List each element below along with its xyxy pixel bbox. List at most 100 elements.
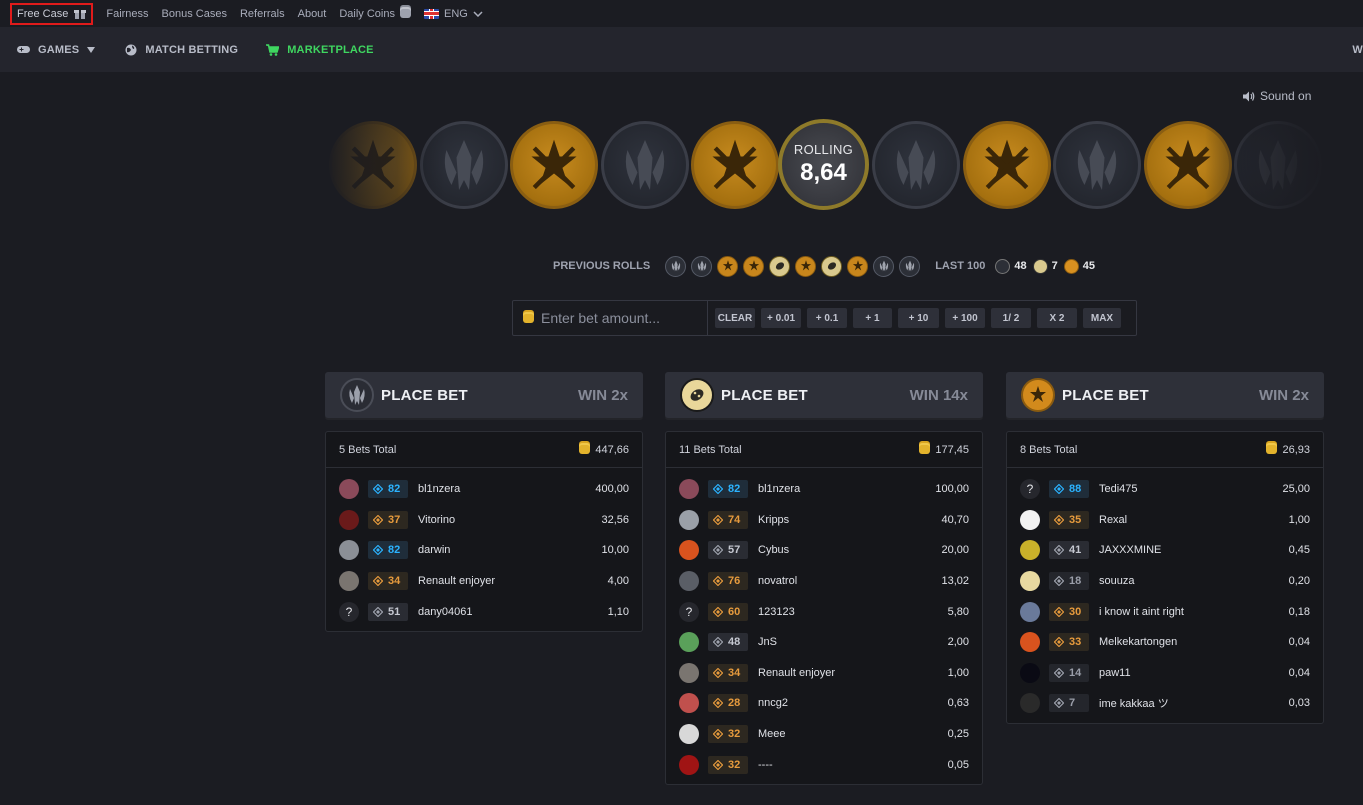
username[interactable]: novatrol: [758, 575, 941, 587]
username[interactable]: bl1nzera: [418, 483, 595, 495]
bonus-cases-link[interactable]: Bonus Cases: [162, 8, 227, 20]
username[interactable]: Kripps: [758, 514, 941, 526]
username[interactable]: JAXXXMINE: [1099, 544, 1289, 556]
add-1-button[interactable]: + 1: [853, 308, 892, 328]
add-100-button[interactable]: + 100: [945, 308, 985, 328]
avatar[interactable]: [679, 540, 699, 561]
avatar[interactable]: [679, 479, 699, 500]
nav-match-betting[interactable]: MATCH BETTING: [125, 44, 238, 56]
max-button[interactable]: MAX: [1083, 308, 1121, 328]
bets-list-header: 11 Bets Total 177,45: [666, 432, 982, 468]
daily-coins-link[interactable]: Daily Coins: [339, 8, 411, 20]
level-value: 34: [728, 666, 741, 679]
avatar[interactable]: [1020, 571, 1040, 592]
username[interactable]: bl1nzera: [758, 483, 935, 495]
username[interactable]: souuza: [1099, 575, 1289, 587]
avatar[interactable]: [679, 662, 699, 683]
bet-amount-input[interactable]: [541, 310, 701, 326]
level-badge: 37: [368, 510, 408, 529]
nav-games[interactable]: GAMES: [17, 44, 96, 56]
bets-sum: 447,66: [579, 444, 629, 456]
avatar[interactable]: [1020, 509, 1040, 530]
double-button[interactable]: X 2: [1037, 308, 1077, 328]
avatar[interactable]: ?: [679, 601, 699, 622]
avatar[interactable]: ?: [339, 601, 359, 622]
bet-controls: CLEAR + 0.01 + 0.1 + 1 + 10 + 100 1/ 2 X…: [512, 300, 1137, 336]
username[interactable]: Melkekartongen: [1099, 636, 1289, 648]
bet-amount: 25,00: [1282, 483, 1310, 496]
sound-toggle[interactable]: Sound on: [1243, 89, 1311, 103]
place-bet-bonus-button[interactable]: PLACE BET WIN 14x: [665, 372, 983, 418]
referrals-link[interactable]: Referrals: [240, 8, 285, 20]
avatar[interactable]: ?: [1020, 479, 1040, 500]
level-badge: 57: [708, 541, 748, 560]
level-value: 32: [728, 758, 741, 771]
rank-diamond-icon: [373, 484, 383, 495]
add-10-button[interactable]: + 10: [898, 308, 939, 328]
avatar[interactable]: [679, 754, 699, 775]
bets-sum-value: 447,66: [595, 443, 629, 456]
avatar[interactable]: [339, 479, 359, 500]
username[interactable]: 123123: [758, 606, 948, 618]
avatar[interactable]: [339, 571, 359, 592]
username[interactable]: darwin: [418, 544, 601, 556]
half-button[interactable]: 1/ 2: [991, 308, 1031, 328]
username[interactable]: nncg2: [758, 697, 948, 709]
fairness-link[interactable]: Fairness: [106, 8, 148, 20]
rank-diamond-icon: [1054, 545, 1064, 556]
t-coin-icon: [1053, 121, 1141, 209]
avatar[interactable]: [1020, 693, 1040, 714]
avatar[interactable]: [679, 724, 699, 745]
username[interactable]: i know it aint right: [1099, 606, 1289, 618]
free-case-link[interactable]: Free Case: [10, 2, 94, 25]
add-0.1-button[interactable]: + 0.1: [807, 308, 847, 328]
chevron-down-icon: [473, 10, 483, 17]
about-link[interactable]: About: [298, 8, 327, 20]
avatar[interactable]: [679, 571, 699, 592]
username[interactable]: Meee: [758, 728, 948, 740]
username[interactable]: JnS: [758, 636, 948, 648]
nav-overflow-item[interactable]: W: [1352, 44, 1363, 56]
username[interactable]: Vitorino: [418, 514, 601, 526]
bet-amount: 0,25: [947, 728, 969, 741]
place-bet-label: PLACE BET: [1062, 386, 1149, 404]
rank-diamond-icon: [1054, 698, 1064, 709]
username[interactable]: ----: [758, 759, 948, 771]
username[interactable]: Renault enjoyer: [418, 575, 608, 587]
avatar[interactable]: [679, 632, 699, 653]
bet-amount: 0,04: [1288, 636, 1310, 649]
bet-amount: 0,18: [1288, 605, 1310, 618]
avatar[interactable]: [339, 509, 359, 530]
username[interactable]: Tedi475: [1099, 483, 1282, 495]
avatar[interactable]: [1020, 601, 1040, 622]
username[interactable]: Rexal: [1099, 514, 1289, 526]
gamepad-icon: [17, 46, 30, 53]
clear-button[interactable]: CLEAR: [715, 308, 755, 328]
strip-fade-right: [1205, 117, 1325, 212]
rank-diamond-icon: [713, 576, 723, 587]
avatar[interactable]: [679, 693, 699, 714]
ct-coin-icon: [962, 121, 1051, 209]
username[interactable]: dany04061: [418, 606, 608, 618]
bets-rows: 82 bl1nzera 400,00 37 Vitorino 32,56 82 darwin 1…: [326, 468, 642, 631]
avatar[interactable]: [1020, 540, 1040, 561]
bet-row: 28 nncg2 0,63: [666, 688, 982, 719]
avatar[interactable]: [1020, 632, 1040, 653]
username[interactable]: ime kakkaa ツ: [1099, 695, 1289, 711]
bet-row: ? 51 dany04061 1,10: [326, 596, 642, 627]
add-0.01-button[interactable]: + 0.01: [761, 308, 801, 328]
avatar[interactable]: [1020, 662, 1040, 683]
avatar[interactable]: [339, 540, 359, 561]
avatar[interactable]: [679, 509, 699, 530]
place-bet-t-button[interactable]: PLACE BET WIN 2x: [325, 372, 643, 418]
username[interactable]: paw11: [1099, 667, 1289, 679]
username[interactable]: Cybus: [758, 544, 941, 556]
language-selector[interactable]: ENG: [424, 8, 483, 20]
place-bet-ct-button[interactable]: PLACE BET WIN 2x: [1006, 372, 1324, 418]
rolling-indicator: ROLLING 8,64: [778, 119, 869, 210]
place-bet-label: PLACE BET: [381, 386, 468, 404]
nav-marketplace[interactable]: MARKETPLACE: [266, 44, 374, 56]
bets-list-header: 5 Bets Total 447,66: [326, 432, 642, 468]
rank-diamond-icon: [373, 576, 383, 587]
username[interactable]: Renault enjoyer: [758, 667, 948, 679]
